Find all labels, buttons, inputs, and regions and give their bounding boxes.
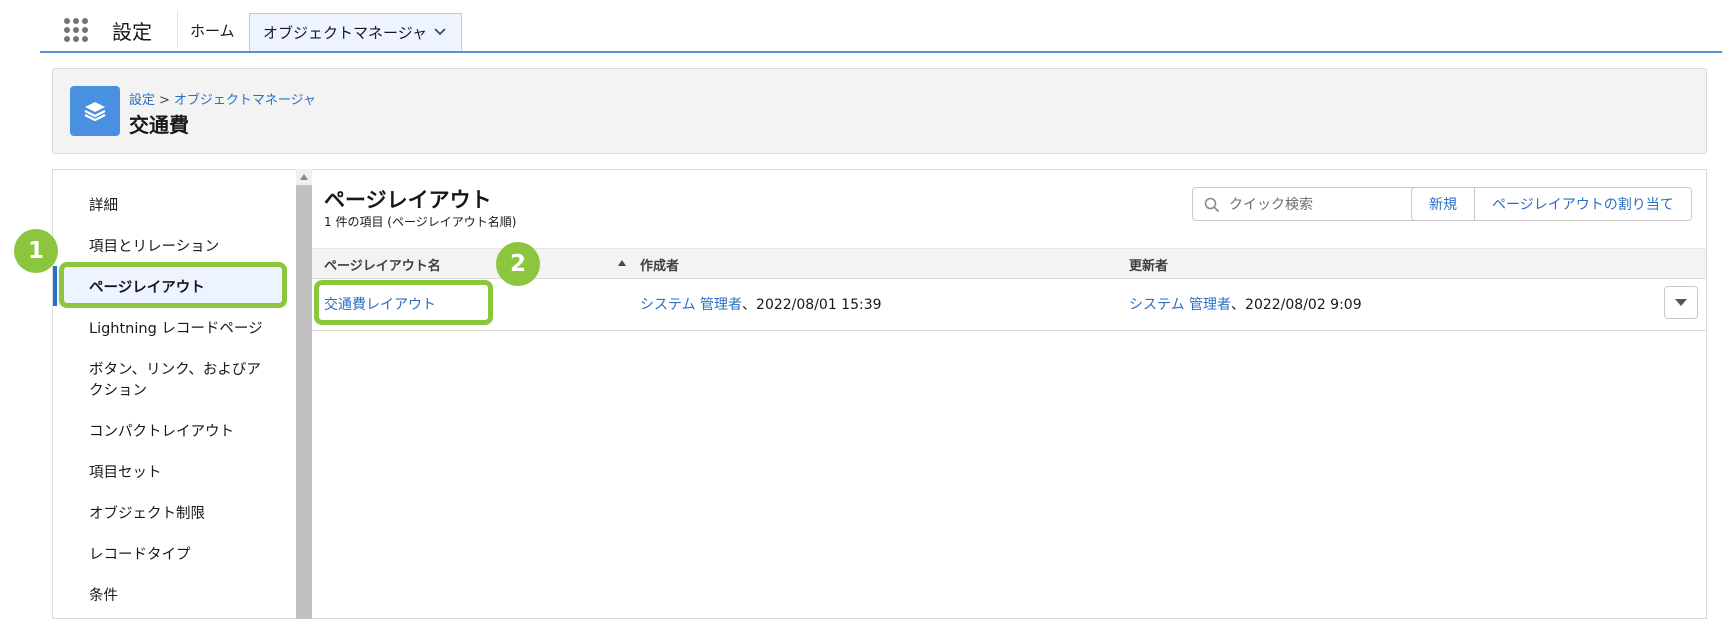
sidebar-item-label-line1: ボタン、リンク、およびア — [89, 362, 261, 378]
sidebar-item-page-layouts[interactable]: ページレイアウト — [89, 278, 205, 299]
sidebar-item-buttons-links-actions[interactable]: ボタン、リンク、およびア クション — [89, 360, 261, 402]
stack-icon — [70, 86, 120, 136]
action-buttons: 新規 ページレイアウトの割り当て — [1411, 187, 1692, 221]
modified-date: 、2022/08/02 9:09 — [1231, 297, 1362, 313]
step-badge-1: 1 — [14, 229, 58, 273]
new-button[interactable]: 新規 — [1412, 188, 1474, 220]
column-header-modified-by[interactable]: 更新者 — [1129, 255, 1168, 274]
breadcrumb-setup-link[interactable]: 設定 — [129, 93, 155, 108]
sidebar-item-conditions[interactable]: 条件 — [89, 586, 118, 607]
app-name: 設定 — [112, 20, 152, 44]
sidebar-item-field-sets[interactable]: 項目セット — [89, 463, 162, 484]
sidebar-item-compact-layouts[interactable]: コンパクトレイアウト — [89, 422, 234, 443]
sidebar-item-object-limits[interactable]: オブジェクト制限 — [89, 504, 205, 525]
layout-name-link[interactable]: 交通費レイアウト — [324, 297, 436, 313]
breadcrumb: 設定 > オブジェクトマネージャ — [129, 89, 316, 108]
sidebar-item-details[interactable]: 詳細 — [89, 196, 118, 217]
sidebar-scrollbar[interactable] — [296, 169, 312, 619]
sidebar-item-record-types[interactable]: レコードタイプ — [89, 545, 191, 566]
search-icon — [1204, 197, 1220, 213]
created-by-cell: システム 管理者、2022/08/01 15:39 — [640, 294, 882, 314]
breadcrumb-object-manager-link[interactable]: オブジェクトマネージャ — [174, 93, 316, 108]
created-date: 、2022/08/01 15:39 — [742, 297, 882, 313]
column-header-layout-name[interactable]: ページレイアウト名 — [324, 255, 441, 274]
object-header: 設定 > オブジェクトマネージャ 交通費 — [52, 68, 1707, 154]
chevron-down-icon[interactable] — [433, 24, 447, 38]
global-nav: 設定 ホーム オブジェクトマネージャ — [40, 0, 1722, 53]
modified-by-user-link[interactable]: システム 管理者 — [1129, 297, 1231, 313]
sidebar: 詳細 項目とリレーション ページレイアウト Lightning レコードページ … — [52, 169, 298, 619]
breadcrumb-separator: > — [159, 93, 170, 108]
page-layouts-panel: ページレイアウト 1 件の項目 (ページレイアウト名順) 新規 ページレイアウト… — [312, 169, 1707, 619]
section-title: ページレイアウト — [324, 188, 492, 212]
app-launcher-icon[interactable] — [64, 18, 88, 42]
modified-by-cell: システム 管理者、2022/08/02 9:09 — [1129, 294, 1362, 314]
nav-tab-home[interactable]: ホーム — [190, 20, 235, 41]
nav-divider — [177, 10, 178, 48]
created-by-user-link[interactable]: システム 管理者 — [640, 297, 742, 313]
row-actions-button[interactable] — [1664, 286, 1698, 319]
sort-ascending-icon[interactable] — [618, 259, 626, 267]
layout-name-cell: 交通費レイアウト — [324, 294, 436, 314]
nav-tab-object-manager[interactable]: オブジェクトマネージャ — [249, 13, 462, 51]
assign-page-layouts-button[interactable]: ページレイアウトの割り当て — [1474, 188, 1691, 220]
item-count: 1 件の項目 (ページレイアウト名順) — [324, 215, 517, 229]
sidebar-item-lightning-record-pages[interactable]: Lightning レコードページ — [89, 319, 263, 340]
nav-tab-label: オブジェクトマネージャ — [263, 24, 427, 42]
scroll-up-arrow-icon[interactable] — [296, 169, 312, 185]
sidebar-item-label-line2: クション — [89, 383, 147, 399]
chevron-down-icon — [1675, 298, 1687, 306]
table-row: 交通費レイアウト システム 管理者、2022/08/01 15:39 システム … — [312, 278, 1706, 331]
page-title: 交通費 — [129, 113, 189, 137]
column-header-created-by[interactable]: 作成者 — [640, 255, 679, 274]
sidebar-item-fields-relationships[interactable]: 項目とリレーション — [89, 237, 219, 258]
step-badge-2: 2 — [496, 242, 540, 286]
